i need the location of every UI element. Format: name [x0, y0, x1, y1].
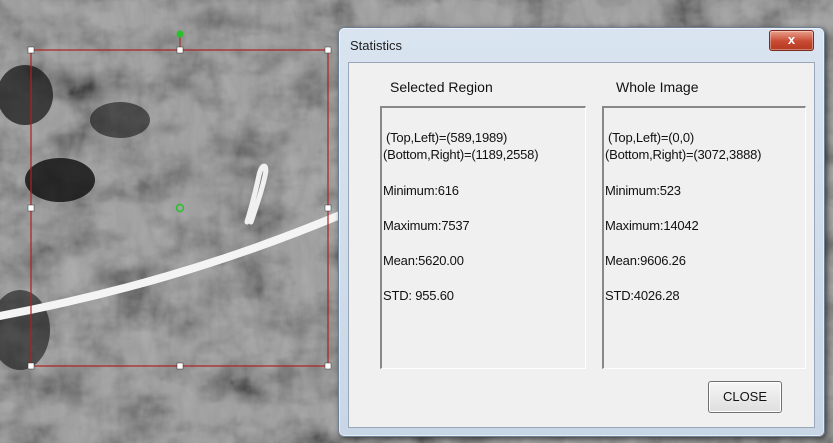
selected-minimum: Minimum:616 [383, 183, 459, 198]
resize-handle-right[interactable] [324, 204, 332, 212]
rotate-handle[interactable] [176, 30, 184, 38]
whole-mean: Mean:9606.26 [605, 253, 686, 268]
whole-image-panel: (Top,Left)=(0,0) (Bottom,Right)=(3072,38… [602, 106, 806, 369]
selected-maximum: Maximum:7537 [383, 218, 470, 233]
close-icon[interactable]: x [769, 30, 814, 51]
whole-minimum: Minimum:523 [605, 183, 681, 198]
dialog-content: Selected Region Whole Image (Top,Left)=(… [348, 62, 815, 428]
resize-handle-left[interactable] [27, 204, 35, 212]
selected-top-left: (Top,Left)=(589,1989) [386, 130, 508, 145]
statistics-dialog: Statistics x Selected Region Whole Image… [338, 27, 825, 437]
resize-handle-bottom[interactable] [176, 362, 184, 370]
selected-bottom-right: (Bottom,Right)=(1189,2558) [383, 147, 539, 162]
whole-maximum: Maximum:14042 [605, 218, 699, 233]
resize-handle-bottom-right[interactable] [324, 362, 332, 370]
dark-region [25, 158, 95, 202]
resize-handle-bottom-left[interactable] [27, 362, 35, 370]
whole-top-left: (Top,Left)=(0,0) [608, 130, 695, 145]
whole-bottom-right: (Bottom,Right)=(3072,3888) [605, 147, 762, 162]
selected-region-panel: (Top,Left)=(589,1989) (Bottom,Right)=(11… [380, 106, 586, 369]
dark-region [90, 102, 150, 138]
selected-region-header: Selected Region [390, 79, 493, 95]
selected-mean: Mean:5620.00 [383, 253, 464, 268]
close-button[interactable]: CLOSE [708, 381, 782, 413]
resize-handle-top[interactable] [176, 46, 184, 54]
resize-handle-top-right[interactable] [324, 46, 332, 54]
whole-image-header: Whole Image [616, 79, 699, 95]
dialog-title: Statistics [350, 38, 403, 53]
resize-handle-top-left[interactable] [27, 46, 35, 54]
dialog-titlebar[interactable]: Statistics x [339, 28, 824, 62]
selected-std: STD: 955.60 [383, 288, 454, 303]
whole-std: STD:4026.28 [605, 288, 680, 303]
